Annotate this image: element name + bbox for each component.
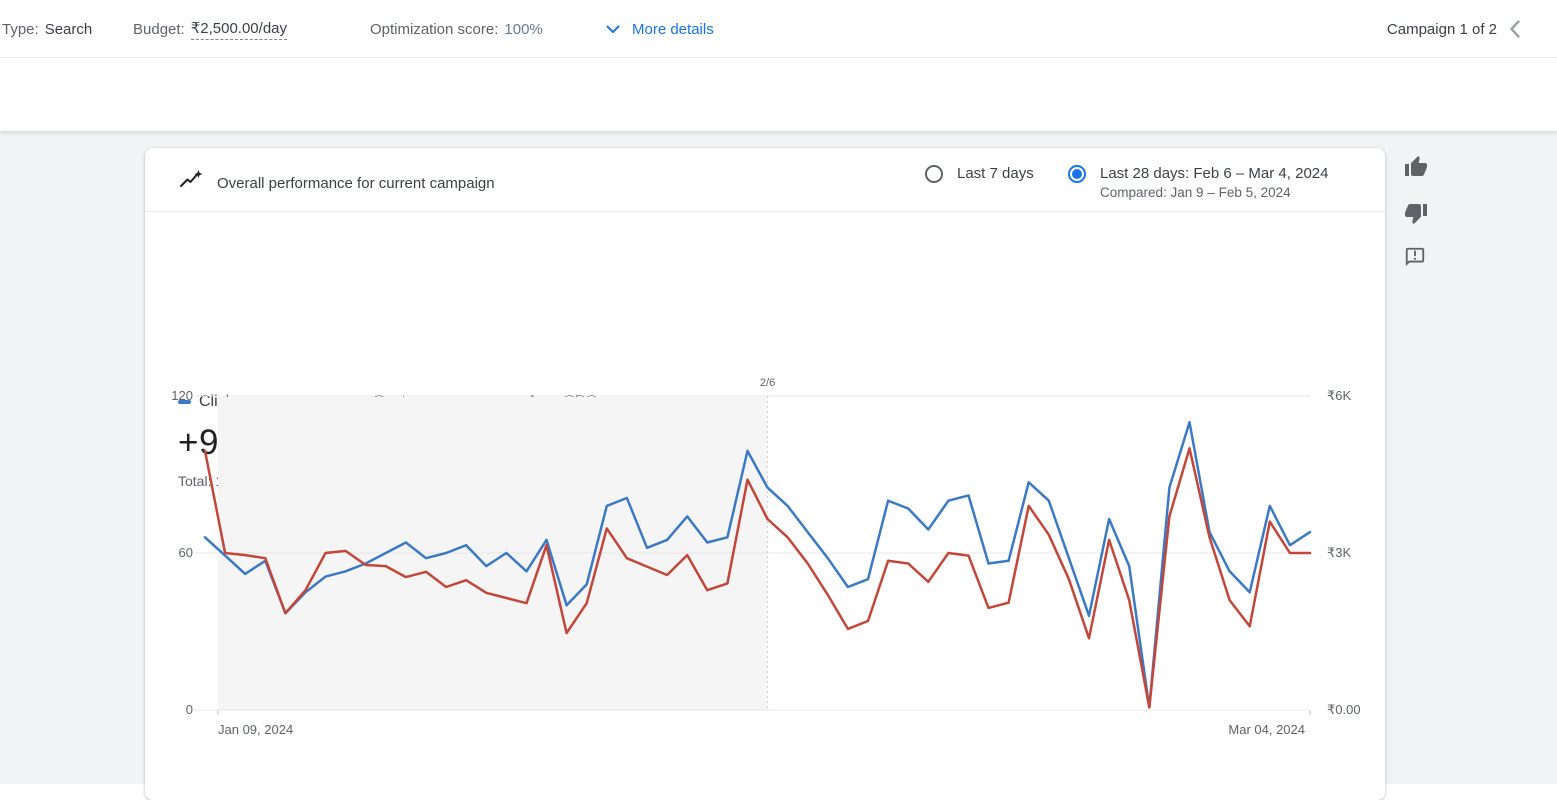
card-title: Overall performance for current campaign xyxy=(217,175,495,192)
radio-last-7-days[interactable]: Last 7 days xyxy=(925,165,1034,183)
svg-text:120: 120 xyxy=(171,388,193,403)
radio-last-28-days-sub: Compared: Jan 9 – Feb 5, 2024 xyxy=(1100,185,1328,200)
feedback-icon[interactable] xyxy=(1404,246,1430,272)
card-header: Overall performance for current campaign… xyxy=(145,148,1385,212)
performance-chart[interactable]: 120 60 0 ₹6K ₹3K ₹0.00 2/6 Jan 09, 2024 Mar 04, … xyxy=(145,370,1385,784)
radio-last-28-days[interactable]: Last 28 days: Feb 6 – Mar 4, 2024 Compar… xyxy=(1068,165,1328,200)
chevron-down-icon xyxy=(606,25,620,34)
svg-text:Mar 04, 2024: Mar 04, 2024 xyxy=(1228,722,1305,737)
optimization-label: Optimization score: xyxy=(370,21,498,38)
svg-text:0: 0 xyxy=(186,702,193,717)
radio-last-28-days-label[interactable]: Last 28 days: Feb 6 – Mar 4, 2024 xyxy=(1100,165,1328,182)
svg-text:60: 60 xyxy=(179,545,193,560)
svg-text:₹6K: ₹6K xyxy=(1327,388,1352,403)
radio-circle-unselected[interactable] xyxy=(925,165,943,183)
budget-label: Budget: xyxy=(133,21,185,38)
budget-value[interactable]: ₹2,500.00/day xyxy=(191,19,287,40)
campaign-pager: Campaign 1 of 2 xyxy=(1387,0,1497,58)
more-details-button[interactable]: More details xyxy=(606,0,714,58)
type-label: Type: xyxy=(2,21,39,38)
svg-text:2/6: 2/6 xyxy=(760,377,775,389)
svg-text:Jan 09, 2024: Jan 09, 2024 xyxy=(218,722,293,737)
type-value: Search xyxy=(45,21,93,38)
svg-text:₹0.00: ₹0.00 xyxy=(1327,702,1361,717)
radio-last-7-days-label[interactable]: Last 7 days xyxy=(957,165,1034,182)
campaign-type: Type: Search xyxy=(2,0,92,58)
chevron-left-icon[interactable] xyxy=(1505,18,1527,40)
campaign-budget[interactable]: Budget: ₹2,500.00/day xyxy=(133,0,287,58)
radio-circle-selected[interactable] xyxy=(1068,165,1086,183)
optimization-value: 100% xyxy=(504,21,542,38)
more-details-label[interactable]: More details xyxy=(632,21,714,38)
thumb-up-icon[interactable] xyxy=(1404,155,1430,181)
thumb-down-icon[interactable] xyxy=(1404,201,1430,227)
overall-performance-card: Overall performance for current campaign… xyxy=(145,148,1385,800)
insights-sparkline-icon xyxy=(179,170,203,197)
campaign-status-bar: Type: Search Budget: ₹2,500.00/day Optim… xyxy=(0,0,1557,58)
insights-header-bar xyxy=(0,58,1557,132)
svg-text:₹3K: ₹3K xyxy=(1327,545,1352,560)
optimization-score: Optimization score: 100% xyxy=(370,0,543,58)
